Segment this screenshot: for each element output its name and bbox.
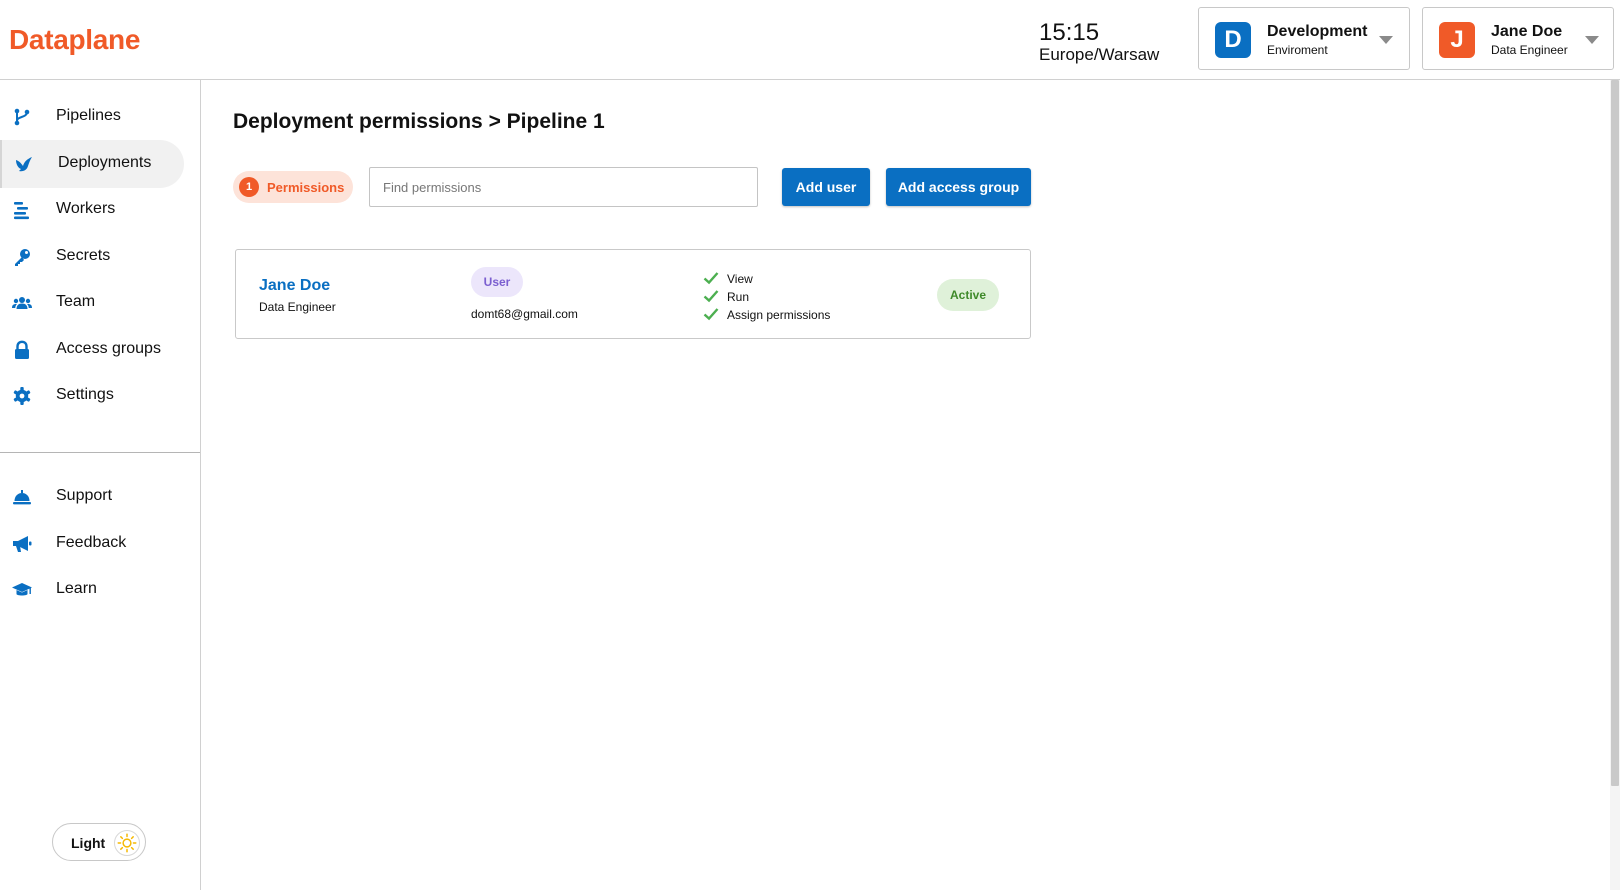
sidebar-item-workers[interactable]: Workers	[0, 186, 184, 234]
deployment-bird-icon	[16, 157, 32, 172]
check-icon	[703, 290, 719, 303]
theme-toggle[interactable]: Light	[52, 823, 146, 861]
sun-icon	[114, 830, 140, 856]
permission-user-name[interactable]: Jane Doe	[259, 277, 330, 295]
sidebar-item-label: Team	[56, 293, 96, 310]
sidebar-item-label: Feedback	[56, 534, 127, 551]
sidebar: Pipelines Deployments Workers Secrets Te…	[0, 80, 201, 890]
sidebar-item-label: Pipelines	[56, 107, 121, 124]
user-avatar: J	[1439, 22, 1475, 58]
bell-service-icon	[13, 490, 31, 505]
sidebar-item-label: Deployments	[58, 154, 152, 171]
chevron-down-icon[interactable]	[1585, 36, 1599, 44]
workers-lines-icon	[14, 202, 29, 220]
sidebar-item-settings[interactable]: Settings	[0, 372, 184, 420]
sidebar-item-access-groups[interactable]: Access groups	[0, 326, 184, 374]
permission-user-email: domt68@gmail.com	[471, 307, 578, 321]
sidebar-item-feedback[interactable]: Feedback	[0, 520, 184, 568]
sidebar-item-secrets[interactable]: Secrets	[0, 233, 184, 281]
environment-subtitle: Enviroment	[1267, 43, 1328, 57]
permission-user-role: Data Engineer	[259, 300, 336, 314]
user-name: Jane Doe	[1491, 23, 1563, 40]
key-icon	[15, 249, 30, 266]
add-access-group-button[interactable]: Add access group	[886, 168, 1031, 206]
permission-right-label: View	[727, 272, 753, 286]
sidebar-item-team[interactable]: Team	[0, 279, 184, 327]
chevron-down-icon[interactable]	[1379, 36, 1393, 44]
permission-right-label: Assign permissions	[727, 308, 831, 322]
permission-type-badge: User	[471, 267, 523, 297]
find-permissions-input[interactable]	[369, 167, 758, 207]
sidebar-item-label: Secrets	[56, 247, 111, 264]
permissions-count-badge: 1	[239, 177, 259, 197]
page-title: Deployment permissions > Pipeline 1	[233, 110, 605, 133]
check-icon	[703, 272, 719, 285]
permission-right-label: Run	[727, 290, 750, 304]
sidebar-item-label: Learn	[56, 580, 97, 597]
sidebar-item-deployments[interactable]: Deployments	[0, 140, 184, 188]
check-icon	[703, 308, 719, 321]
sidebar-item-support[interactable]: Support	[0, 473, 184, 521]
pipeline-branch-icon	[14, 108, 30, 126]
sidebar-item-label: Support	[56, 487, 113, 504]
sidebar-item-pipelines[interactable]: Pipelines	[0, 93, 184, 141]
app-logo[interactable]: Dataplane	[9, 24, 140, 56]
user-role: Data Engineer	[1491, 43, 1568, 57]
sidebar-item-label: Workers	[56, 200, 116, 217]
lock-icon	[15, 340, 29, 359]
permissions-pill-label: Permissions	[267, 180, 345, 195]
environment-selector[interactable]: D Development Enviroment	[1198, 7, 1410, 70]
theme-toggle-label: Light	[71, 835, 106, 851]
page-scrollbar[interactable]	[1610, 80, 1620, 890]
permission-card: Jane Doe Data Engineer User domt68@gmail…	[235, 249, 1031, 339]
clock: 15:15 Europe/Warsaw	[1039, 20, 1159, 64]
environment-avatar: D	[1215, 22, 1251, 58]
status-badge: Active	[937, 279, 999, 311]
sidebar-item-label: Access groups	[56, 340, 161, 357]
megaphone-icon	[13, 536, 32, 552]
scrollbar-thumb[interactable]	[1611, 80, 1619, 786]
clock-timezone: Europe/Warsaw	[1039, 45, 1160, 64]
top-header: Dataplane 15:15 Europe/Warsaw D Developm…	[0, 0, 1620, 80]
sidebar-divider	[0, 452, 200, 453]
sidebar-item-learn[interactable]: Learn	[0, 566, 184, 614]
add-user-button[interactable]: Add user	[782, 168, 870, 206]
permissions-count-pill: 1 Permissions	[233, 171, 353, 203]
clock-time: 15:15	[1039, 19, 1100, 46]
team-people-icon	[12, 297, 32, 309]
sidebar-item-label: Settings	[56, 386, 114, 403]
graduation-cap-icon	[12, 583, 32, 596]
gear-icon	[13, 387, 31, 405]
user-menu[interactable]: J Jane Doe Data Engineer	[1422, 7, 1614, 70]
environment-name: Development	[1267, 23, 1368, 40]
